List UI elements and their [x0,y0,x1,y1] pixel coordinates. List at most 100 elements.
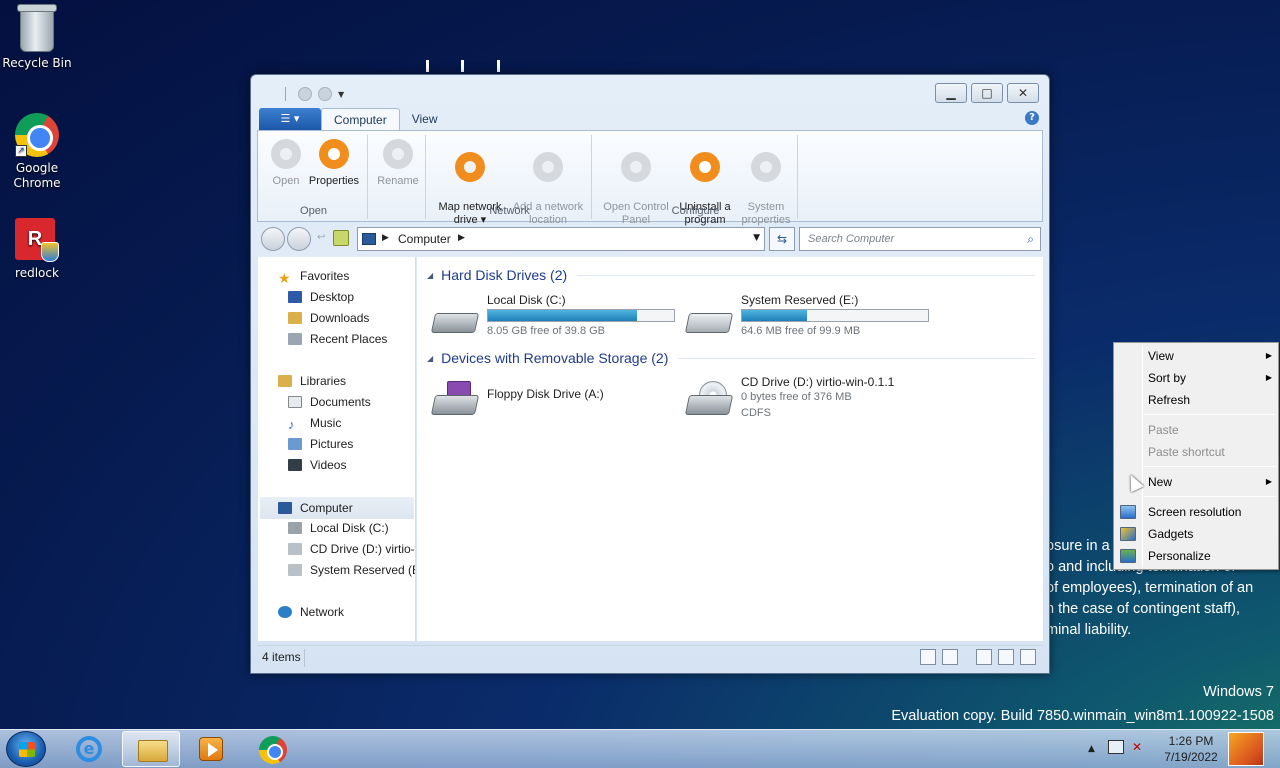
nav-downloads[interactable]: Downloads [288,311,369,325]
menu-item-refresh[interactable]: Refresh [1148,390,1276,410]
drive-local-disk-c[interactable]: Local Disk (C:) 8.05 GB free of 39.8 GB [430,293,675,337]
qa-customize-icon[interactable]: ▼ [338,90,344,99]
preview-pane-icon[interactable] [1020,649,1036,665]
taskbar-media-player[interactable] [182,731,240,767]
menu-item-gadgets[interactable]: Gadgets [1148,524,1276,544]
nav-music[interactable]: ♪ Music [288,416,341,432]
recent-pages-icon[interactable]: ↩ [317,232,325,243]
open-button[interactable]: Open [268,139,304,188]
menu-item-view[interactable]: View ▶ [1148,346,1276,366]
drive-filesystem: CDFS [741,407,771,419]
breadcrumb-chevron-icon[interactable]: ▶ [382,233,389,243]
taskbar-chrome[interactable] [244,731,302,767]
drive-name: Local Disk (C:) [487,293,566,307]
help-icon[interactable]: ? [1025,111,1039,125]
network-status-icon[interactable]: ✕ [1132,740,1148,754]
nav-pictures[interactable]: Pictures [288,437,353,451]
file-menu-button[interactable]: ☰ ▾ [259,108,321,130]
videos-icon [288,459,302,471]
menu-item-new[interactable]: New ▶ [1148,472,1276,492]
documents-icon [288,396,302,408]
nav-local-disk[interactable]: Local Disk (C:) [288,521,389,535]
rename-button[interactable]: Rename [372,139,424,188]
nav-computer[interactable]: Computer [260,497,414,519]
collapse-icon[interactable]: ◢ [427,271,433,280]
menu-item-screen-resolution[interactable]: Screen resolution [1148,502,1276,522]
tab-computer[interactable]: Computer [321,108,400,130]
section-hard-disk-drives[interactable]: ◢ Hard Disk Drives (2) [427,267,1035,283]
minimize-button[interactable]: ▁ [935,83,967,103]
map-drive-icon [455,152,485,182]
pictures-icon [288,438,302,450]
ribbon-group-rename: Rename [370,135,426,219]
desktop-icon-redlock[interactable]: R redlock [0,218,74,280]
gadgets-icon [1120,527,1136,541]
address-row: ↩ ▶ Computer ▶ ▼ ⇆ Search Computer ⌕ [257,226,1043,252]
nav-recent-places[interactable]: Recent Places [288,332,387,346]
nav-desktop[interactable]: Desktop [288,290,354,304]
submenu-arrow-icon: ▶ [1265,373,1272,382]
hide-pane-icon[interactable] [976,649,992,665]
windows-watermark-build: Evaluation copy. Build 7850.winmain_win8… [891,708,1274,724]
hard-drive-icon [430,299,480,333]
submenu-arrow-icon: ▶ [1265,351,1272,360]
action-center-icon[interactable] [1108,740,1124,754]
breadcrumb-chevron-icon[interactable]: ▶ [458,233,465,243]
drive-cd-d[interactable]: CD Drive (D:) virtio-win-0.1.1 0 bytes f… [684,375,927,425]
show-desktop-button[interactable] [1228,732,1264,766]
drive-system-reserved-e[interactable]: System Reserved (E:) 64.6 MB free of 99.… [684,293,937,337]
show-hidden-icons-icon[interactable]: ▲ [1088,744,1095,754]
qa-back-icon[interactable] [298,87,312,101]
start-button[interactable] [6,731,46,767]
nav-libraries[interactable]: Libraries [278,374,346,388]
nav-network[interactable]: Network [278,605,344,619]
clock-date: 7/19/2022 [1164,750,1218,764]
screen-resolution-icon [1120,505,1136,519]
navigation-pane: ★ Favorites Desktop Downloads Recent Plac… [258,257,416,641]
shortcut-arrow-icon: ↗ [15,145,27,157]
rename-icon [383,139,413,169]
menu-item-sort-by[interactable]: Sort by ▶ [1148,368,1276,388]
up-folder-icon[interactable] [333,230,349,246]
properties-icon [319,139,349,169]
close-button[interactable]: ✕ [1007,83,1039,103]
nav-system-reserved[interactable]: System Reserved (E:) [288,563,415,577]
forward-button[interactable] [287,227,311,251]
nav-videos[interactable]: Videos [288,458,346,472]
recycle-bin-icon [15,8,59,52]
refresh-button[interactable]: ⇆ [769,227,795,251]
section-removable-storage[interactable]: ◢ Devices with Removable Storage (2) [427,350,1035,366]
collapse-icon[interactable]: ◢ [427,354,433,363]
nav-favorites[interactable]: ★ Favorites [278,269,349,286]
address-bar[interactable]: ▶ Computer ▶ ▼ [357,227,765,251]
search-icon[interactable]: ⌕ [1027,232,1034,247]
details-view-icon[interactable] [920,649,936,665]
qa-forward-icon[interactable] [318,87,332,101]
desktop-icon-recycle-bin[interactable]: Recycle Bin [0,8,74,70]
nav-cd-drive[interactable]: CD Drive (D:) virtio-w [288,542,415,556]
redlock-icon: R [15,218,59,262]
quick-access-toolbar: ▼ [285,87,344,101]
back-button[interactable] [261,227,285,251]
group-label: Configure [671,205,720,217]
title-bar[interactable]: ▼ ▁ □ ✕ [251,75,1049,105]
large-icons-view-icon[interactable] [942,649,958,665]
search-input[interactable]: Search Computer ⌕ [799,227,1041,251]
desktop-icon-chrome[interactable]: ↗ Google Chrome [0,113,74,191]
menu-item-personalize[interactable]: Personalize [1148,546,1276,566]
address-dropdown-icon[interactable]: ▼ [753,233,760,243]
hard-drive-icon [684,299,734,333]
properties-button[interactable]: Properties [306,139,362,188]
hard-drive-icon [288,522,302,534]
maximize-button[interactable]: □ [971,83,1003,103]
nav-documents[interactable]: Documents [288,395,371,409]
tab-view[interactable]: View [400,108,450,130]
drive-free-space: 64.6 MB free of 99.9 MB [741,325,861,337]
taskbar-windows-explorer[interactable] [122,731,180,767]
floppy-drive-icon [430,381,480,415]
drive-floppy-a[interactable]: Floppy Disk Drive (A:) [430,375,653,419]
taskbar-internet-explorer[interactable]: e [60,731,118,767]
system-clock[interactable]: 1:26 PM 7/19/2022 [1158,733,1224,765]
breadcrumb-computer[interactable]: Computer [398,232,451,246]
details-pane-icon[interactable] [998,649,1014,665]
